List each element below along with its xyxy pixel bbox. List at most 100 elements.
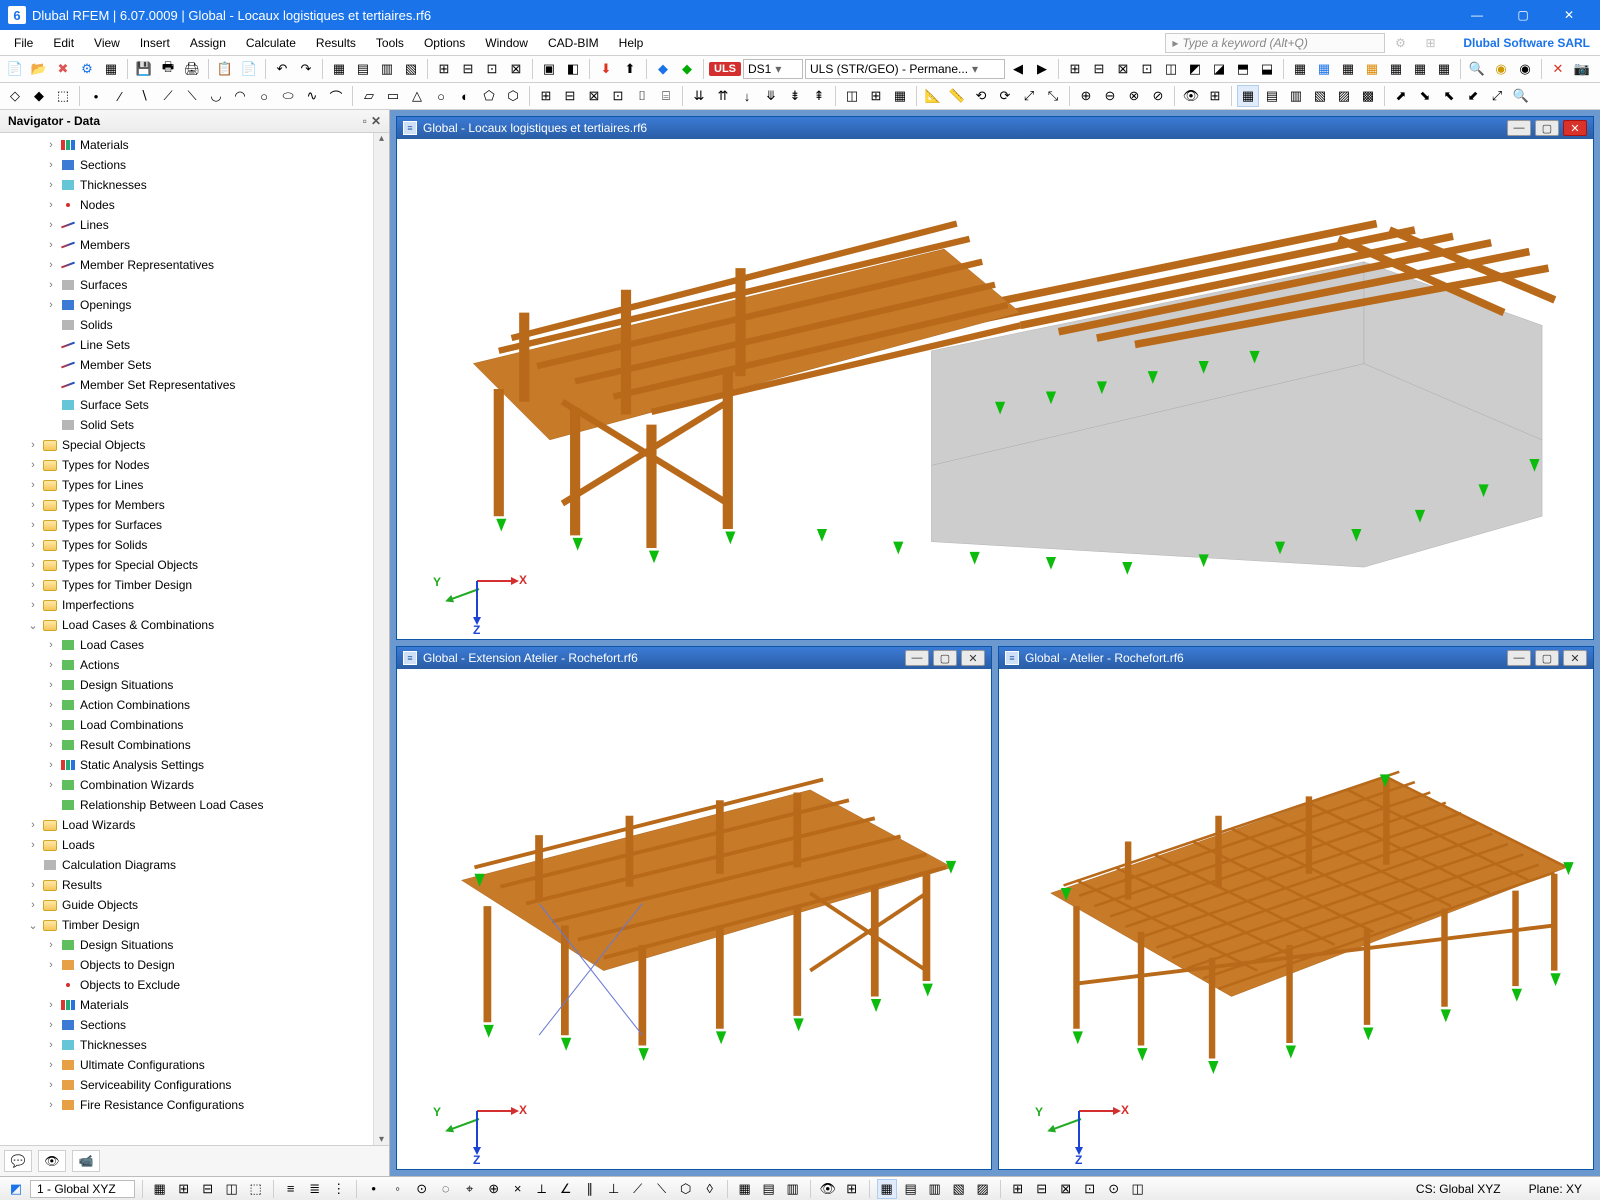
r9-icon[interactable]: ⬓ [1256, 58, 1278, 80]
tree-twisty-icon[interactable]: › [26, 559, 40, 571]
tree-twisty-icon[interactable]: › [44, 679, 58, 691]
sb-snap14[interactable]: ⬡ [676, 1179, 696, 1199]
sb-f5[interactable]: ⊙ [1104, 1179, 1124, 1199]
calc-icon[interactable]: ⬇ [595, 58, 617, 80]
tree-twisty-icon[interactable]: › [44, 719, 58, 731]
x3-icon[interactable]: ⬉ [1438, 85, 1460, 107]
navigator-pin-icon[interactable]: ▫ [363, 114, 367, 128]
nav-tab-video[interactable]: 📹 [72, 1150, 100, 1172]
filter1-icon[interactable]: ⊞ [433, 58, 455, 80]
tree-twisty-icon[interactable]: › [26, 539, 40, 551]
sb-snap1[interactable]: • [364, 1179, 384, 1199]
tree-twisty-icon[interactable]: › [44, 199, 58, 211]
tree-item[interactable]: ›Guide Objects [8, 895, 389, 915]
tree-item[interactable]: ›Design Situations [8, 675, 389, 695]
tree-twisty-icon[interactable]: › [44, 939, 58, 951]
tree-item[interactable]: ›Static Analysis Settings [8, 755, 389, 775]
tree-item[interactable]: ⌄Timber Design [8, 915, 389, 935]
m4-icon[interactable]: ⊡ [607, 85, 629, 107]
grid4-icon[interactable]: ▧ [400, 58, 422, 80]
tree-item[interactable]: Member Sets [8, 355, 389, 375]
p5-icon[interactable]: ⤢ [1018, 85, 1040, 107]
menu-edit[interactable]: Edit [43, 32, 84, 54]
m2-icon[interactable]: ⊟ [559, 85, 581, 107]
w6-icon[interactable]: ▩ [1357, 85, 1379, 107]
r2-icon[interactable]: ⊟ [1088, 58, 1110, 80]
menu-cadbim[interactable]: CAD-BIM [538, 32, 609, 54]
tree-item[interactable]: ›Materials [8, 995, 389, 1015]
sb-i5[interactable]: ⬚ [246, 1179, 266, 1199]
x4-icon[interactable]: ⬋ [1462, 85, 1484, 107]
n7-icon[interactable]: ◠ [229, 85, 251, 107]
sb-e3[interactable]: ▥ [925, 1179, 945, 1199]
filter4-icon[interactable]: ⊠ [505, 58, 527, 80]
m6-icon[interactable]: ⌸ [655, 85, 677, 107]
tree-twisty-icon[interactable]: › [44, 279, 58, 291]
tree-twisty-icon[interactable]: › [44, 159, 58, 171]
tree-item[interactable]: ›Thicknesses [8, 1035, 389, 1055]
tree-item[interactable]: ›Fire Resistance Configurations [8, 1095, 389, 1115]
tree-item[interactable]: ›Action Combinations [8, 695, 389, 715]
tree-item[interactable]: ›Types for Solids [8, 535, 389, 555]
window-close-button[interactable]: ✕ [1546, 0, 1592, 30]
render-icon[interactable]: ◉ [1490, 58, 1512, 80]
tree-item[interactable]: ›Combination Wizards [8, 775, 389, 795]
tree-twisty-icon[interactable]: ⌄ [26, 919, 40, 932]
s5-icon[interactable]: ◐ [454, 85, 476, 107]
sb-e5[interactable]: ▨ [973, 1179, 993, 1199]
tree-item[interactable]: Solid Sets [8, 415, 389, 435]
p3-icon[interactable]: ⟲ [970, 85, 992, 107]
l2-icon[interactable]: ⇈ [712, 85, 734, 107]
sb-e4[interactable]: ▧ [949, 1179, 969, 1199]
sb-i3[interactable]: ⊟ [198, 1179, 218, 1199]
nav-tab-eye[interactable]: 👁 [38, 1150, 66, 1172]
render2-icon[interactable]: ◉ [1514, 58, 1536, 80]
tree-twisty-icon[interactable]: › [44, 259, 58, 271]
n11-icon[interactable]: ⌒ [325, 85, 347, 107]
navigator-close-icon[interactable]: ✕ [371, 114, 381, 128]
tree-twisty-icon[interactable]: › [26, 879, 40, 891]
info-icon[interactable]: ⊞ [1425, 36, 1435, 50]
new-file-icon[interactable]: 📄 [4, 58, 26, 80]
paste-icon[interactable]: 📄 [238, 58, 260, 80]
design-situation-select[interactable]: DS1 [743, 59, 803, 79]
nav-tab-chat[interactable]: 💬 [4, 1150, 32, 1172]
s7-icon[interactable]: ⬡ [502, 85, 524, 107]
pane-close-button[interactable]: ✕ [961, 650, 985, 666]
tree-twisty-icon[interactable]: › [26, 599, 40, 611]
tree-twisty-icon[interactable]: › [44, 1079, 58, 1091]
tree-twisty-icon[interactable]: › [26, 439, 40, 451]
r6-icon[interactable]: ◩ [1184, 58, 1206, 80]
n6-icon[interactable]: ◡ [205, 85, 227, 107]
design-icon[interactable]: ◆ [652, 58, 674, 80]
prev-icon[interactable]: ◀ [1007, 58, 1029, 80]
settings-icon[interactable]: ⚙ [1395, 36, 1406, 50]
q1-icon[interactable]: ⊕ [1075, 85, 1097, 107]
tree-item[interactable]: ›Load Wizards [8, 815, 389, 835]
window-maximize-button[interactable]: ▢ [1500, 0, 1546, 30]
sb-e1[interactable]: ▦ [877, 1179, 897, 1199]
menu-results[interactable]: Results [306, 32, 366, 54]
s1-icon[interactable]: ▱ [358, 85, 380, 107]
load-combination-select[interactable]: ULS (STR/GEO) - Permane... [805, 59, 1005, 79]
pane-close-button[interactable]: ✕ [1563, 650, 1587, 666]
n5-icon[interactable]: ⟍ [181, 85, 203, 107]
tree-item[interactable]: ›Types for Special Objects [8, 555, 389, 575]
n1-icon[interactable]: • [85, 85, 107, 107]
x6-icon[interactable]: 🔍 [1510, 85, 1532, 107]
o1-icon[interactable]: ◫ [841, 85, 863, 107]
tree-item[interactable]: ›Thicknesses [8, 175, 389, 195]
menu-insert[interactable]: Insert [130, 32, 180, 54]
tree-item[interactable]: Surface Sets [8, 395, 389, 415]
tree-twisty-icon[interactable]: › [26, 479, 40, 491]
sb-i7[interactable]: ≣ [305, 1179, 325, 1199]
n2-icon[interactable]: ∕ [109, 85, 131, 107]
tree-item[interactable]: Calculation Diagrams [8, 855, 389, 875]
tree-twisty-icon[interactable]: › [26, 579, 40, 591]
view2-icon[interactable]: ▦ [1313, 58, 1335, 80]
sb-snap12[interactable]: ⟋ [628, 1179, 648, 1199]
r7-icon[interactable]: ◪ [1208, 58, 1230, 80]
design2-icon[interactable]: ◆ [676, 58, 698, 80]
tree-item[interactable]: ›Types for Lines [8, 475, 389, 495]
s6-icon[interactable]: ⬠ [478, 85, 500, 107]
